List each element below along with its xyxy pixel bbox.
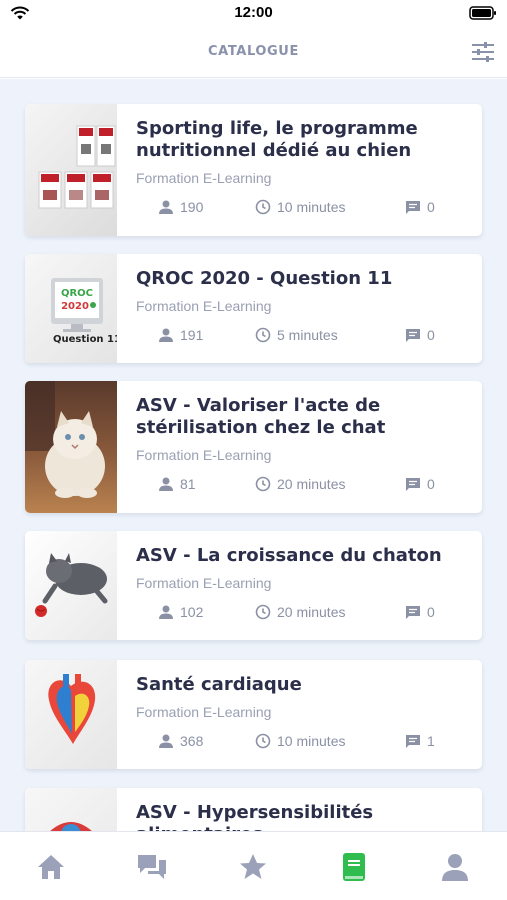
course-meta: 102 20 minutes 0 <box>158 602 482 622</box>
cat-photo <box>25 381 117 513</box>
course-card[interactable]: QROC 2020 Question 11 QROC 2020 - Questi… <box>25 254 482 363</box>
qroc-monitor-image: QROC 2020 Question 11 <box>25 254 117 363</box>
chat-icon <box>138 855 166 879</box>
comment-icon <box>406 329 420 342</box>
user-icon <box>159 605 173 619</box>
course-card[interactable]: ASV - Hypersensibilités alimentaires <box>25 788 482 831</box>
page-title: CATALOGUE <box>208 44 299 59</box>
thumb-text-line2: 2020 <box>61 301 89 312</box>
course-type: Formation E-Learning <box>136 298 272 314</box>
course-meta: 190 10 minutes 0 <box>158 197 482 217</box>
tab-favorites[interactable] <box>236 850 270 884</box>
participants-count: 368 <box>158 731 203 751</box>
catalogue-list[interactable]: Sporting life, le programme nutritionnel… <box>0 79 507 831</box>
duration: 5 minutes <box>255 325 338 345</box>
course-title: ASV - Valoriser l'acte de stérilisation … <box>136 395 386 438</box>
kitten-photo <box>25 531 117 640</box>
course-type: Formation E-Learning <box>136 170 272 186</box>
star-icon <box>240 854 266 879</box>
comments-count: 1 <box>405 731 435 751</box>
sliders-icon[interactable] <box>471 40 495 64</box>
comments-count: 0 <box>405 325 435 345</box>
status-bar: 12:00 <box>0 0 507 28</box>
course-title: Sporting life, le programme nutritionnel… <box>136 118 418 161</box>
participants-count: 102 <box>158 602 203 622</box>
user-icon <box>159 200 173 214</box>
comment-icon <box>406 201 420 214</box>
course-card[interactable]: Santé cardiaque Formation E-Learning 368… <box>25 660 482 769</box>
course-type: Formation E-Learning <box>136 447 272 463</box>
food-bags-image <box>25 104 117 236</box>
course-card[interactable]: ASV - Valoriser l'acte de stérilisation … <box>25 381 482 513</box>
course-type: Formation E-Learning <box>136 704 272 720</box>
user-icon <box>159 328 173 342</box>
clock-icon <box>255 733 271 749</box>
clock-icon <box>255 199 271 215</box>
participants-count: 190 <box>158 197 203 217</box>
clock-icon <box>255 604 271 620</box>
status-time: 12:00 <box>234 4 273 21</box>
app-header: CATALOGUE <box>0 28 507 78</box>
clock-icon <box>255 476 271 492</box>
course-title: ASV - Hypersensibilités alimentaires <box>136 802 374 831</box>
clock-icon <box>255 327 271 343</box>
comment-icon <box>406 606 420 619</box>
battery-icon <box>469 6 496 20</box>
home-icon <box>38 855 64 879</box>
participants-count: 191 <box>158 325 203 345</box>
course-title: ASV - La croissance du chaton <box>136 545 442 566</box>
duration: 20 minutes <box>255 602 345 622</box>
course-card[interactable]: Sporting life, le programme nutritionnel… <box>25 104 482 236</box>
heart-illustration <box>25 660 117 769</box>
participants-count: 81 <box>158 474 196 494</box>
user-icon <box>159 734 173 748</box>
book-icon <box>343 853 365 881</box>
tab-profile[interactable] <box>438 850 472 884</box>
thumb-text-line1: QROC <box>61 288 93 299</box>
duration: 10 minutes <box>255 197 345 217</box>
comment-icon <box>406 735 420 748</box>
profile-icon <box>442 854 468 881</box>
tab-chat[interactable] <box>135 850 169 884</box>
duration: 20 minutes <box>255 474 345 494</box>
course-card[interactable]: ASV - La croissance du chaton Formation … <box>25 531 482 640</box>
comment-icon <box>406 478 420 491</box>
thumb-caption: Question 11 <box>53 334 117 345</box>
course-meta: 81 20 minutes 0 <box>158 474 482 494</box>
comments-count: 0 <box>405 474 435 494</box>
course-type: Formation E-Learning <box>136 575 272 591</box>
course-meta: 191 5 minutes 0 <box>158 325 482 345</box>
tab-home[interactable] <box>34 850 68 884</box>
course-title: QROC 2020 - Question 11 <box>136 268 393 289</box>
tab-catalogue[interactable] <box>337 850 371 884</box>
course-title: Santé cardiaque <box>136 674 302 695</box>
duration: 10 minutes <box>255 731 345 751</box>
comments-count: 0 <box>405 602 435 622</box>
comments-count: 0 <box>405 197 435 217</box>
course-meta: 368 10 minutes 1 <box>158 731 482 751</box>
partial-illustration <box>25 788 117 831</box>
user-icon <box>159 477 173 491</box>
tab-bar <box>0 831 507 900</box>
